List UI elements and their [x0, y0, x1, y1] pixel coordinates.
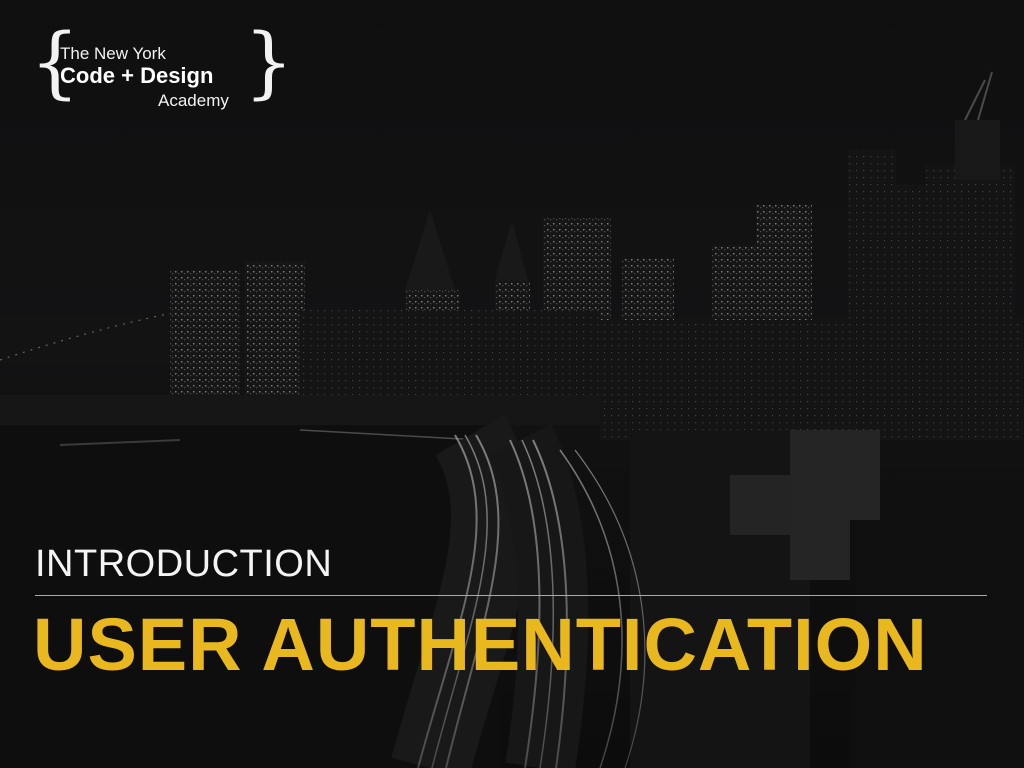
- slide: { The New York Code + Design Academy } I…: [0, 0, 1024, 768]
- academy-logo: { The New York Code + Design Academy }: [30, 24, 294, 122]
- slide-title: USER AUTHENTICATION: [33, 603, 928, 686]
- title-divider: [35, 595, 987, 596]
- logo-text-line1: The New York: [60, 44, 166, 63]
- logo-text-line3: Academy: [158, 91, 229, 110]
- slide-overline: INTRODUCTION: [35, 543, 333, 585]
- logo-right-brace: }: [244, 18, 294, 108]
- logo-text-line2: Code + Design: [60, 63, 214, 88]
